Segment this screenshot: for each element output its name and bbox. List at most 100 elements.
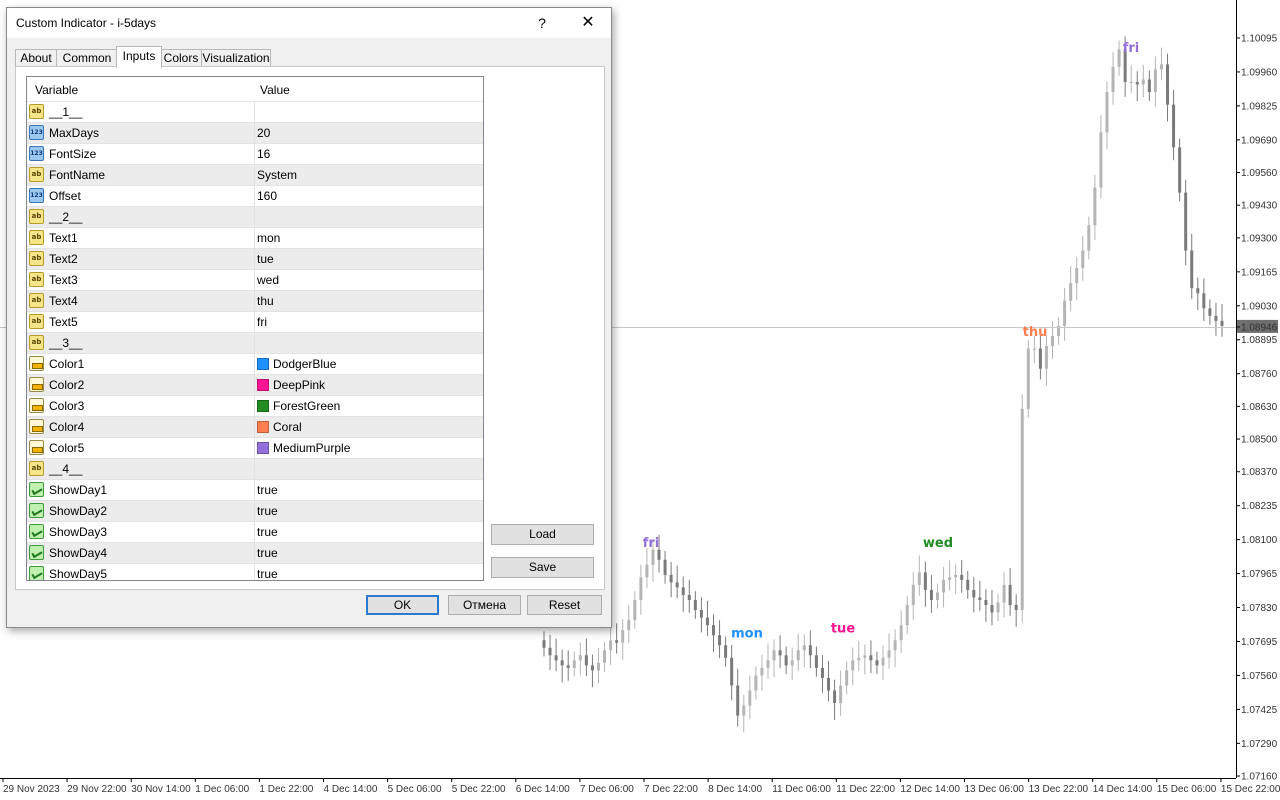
close-icon[interactable]: ✕ — [573, 12, 603, 34]
candle-body — [675, 582, 679, 588]
candle-body — [705, 617, 709, 626]
variable-value[interactable]: thu — [257, 294, 274, 308]
candle-body — [1117, 49, 1121, 67]
candle-body — [603, 650, 607, 663]
candle-body — [687, 594, 691, 600]
price-tick-label: 1.10095 — [1241, 34, 1278, 45]
variable-value[interactable]: System — [257, 168, 297, 182]
cancel-button[interactable]: Отмена — [448, 595, 521, 615]
candle-body — [633, 599, 637, 621]
day-labels: fri mon tue wed thu fri — [643, 41, 1140, 642]
number-type-icon: 123 — [29, 125, 44, 140]
variable-value[interactable]: 160 — [257, 189, 277, 203]
tab-common[interactable]: Common — [56, 49, 118, 67]
variable-value[interactable]: true — [257, 504, 278, 518]
text-type-icon: ab — [29, 167, 44, 182]
candle-body — [590, 665, 594, 671]
input-row[interactable]: Color3 ForestGreen — [27, 396, 483, 417]
reset-button[interactable]: Reset — [527, 595, 602, 615]
input-row[interactable]: Color4 Coral — [27, 417, 483, 438]
input-row[interactable]: ab __2__ — [27, 207, 483, 228]
input-row[interactable]: ab FontName System — [27, 165, 483, 186]
color-name: MediumPurple — [273, 441, 351, 455]
input-row[interactable]: ShowDay2 true — [27, 501, 483, 522]
tab-about[interactable]: About — [15, 49, 57, 67]
input-row[interactable]: Color1 DodgerBlue — [27, 354, 483, 375]
input-row[interactable]: 123 FontSize 16 — [27, 144, 483, 165]
candle-body — [766, 660, 770, 668]
candle-body — [790, 660, 794, 666]
candle-body — [718, 635, 722, 646]
candle-body — [1208, 308, 1212, 316]
variable-value[interactable]: mon — [257, 231, 280, 245]
time-tick-label: 15 Dec 22:00 — [1221, 784, 1280, 795]
tab-colors[interactable]: Colors — [160, 49, 202, 67]
variable-value[interactable]: true — [257, 483, 278, 497]
variable-value[interactable]: Coral — [257, 420, 302, 434]
candle-body — [681, 587, 685, 595]
candle-body — [996, 602, 1000, 613]
candle-body — [893, 640, 897, 651]
variable-value[interactable]: wed — [257, 273, 279, 287]
candle-body — [754, 675, 758, 691]
variable-name: ShowDay2 — [49, 504, 108, 518]
help-button[interactable]: ? — [527, 12, 557, 34]
input-row[interactable]: ab Text2 tue — [27, 249, 483, 270]
input-row[interactable]: ShowDay1 true — [27, 480, 483, 501]
time-tick-label: 1 Dec 22:00 — [259, 784, 313, 795]
text-type-icon: ab — [29, 104, 44, 119]
candle-body — [1202, 293, 1206, 309]
input-row[interactable]: ab Text4 thu — [27, 291, 483, 312]
variable-value[interactable]: 20 — [257, 126, 270, 140]
candle-body — [935, 592, 939, 600]
tab-visualization[interactable]: Visualization — [201, 49, 271, 67]
input-row[interactable]: ab Text3 wed — [27, 270, 483, 291]
variable-value[interactable]: true — [257, 525, 278, 539]
variable-value[interactable]: true — [257, 567, 278, 580]
variable-value[interactable]: DeepPink — [257, 378, 325, 392]
candle-body — [1196, 288, 1200, 294]
color-swatch — [257, 421, 269, 433]
variable-value[interactable]: ForestGreen — [257, 399, 340, 413]
variable-value[interactable]: fri — [257, 315, 267, 329]
input-row[interactable]: Color5 MediumPurple — [27, 438, 483, 459]
price-tick-label: 1.08630 — [1241, 402, 1278, 413]
candle-body — [808, 645, 812, 656]
variable-value[interactable]: true — [257, 546, 278, 560]
column-divider — [254, 354, 255, 374]
candle-body — [1178, 147, 1182, 193]
input-row[interactable]: ShowDay3 true — [27, 522, 483, 543]
color-type-icon — [29, 440, 44, 455]
variable-value[interactable]: MediumPurple — [257, 441, 350, 455]
tab-inputs[interactable]: Inputs — [116, 46, 162, 68]
price-tick-label: 1.09560 — [1241, 168, 1278, 179]
time-tick-label: 8 Dec 14:00 — [708, 784, 762, 795]
day-label-tue: tue — [831, 622, 855, 637]
input-row[interactable]: ab Text1 mon — [27, 228, 483, 249]
input-row[interactable]: ShowDay5 true — [27, 564, 483, 580]
input-row[interactable]: ab __4__ — [27, 459, 483, 480]
ok-button[interactable]: OK — [366, 595, 439, 615]
input-row[interactable]: ab Text5 fri — [27, 312, 483, 333]
input-row[interactable]: Color2 DeepPink — [27, 375, 483, 396]
variable-name: MaxDays — [49, 126, 100, 140]
column-divider — [254, 165, 255, 185]
input-row[interactable]: 123 MaxDays 20 — [27, 123, 483, 144]
input-row[interactable]: 123 Offset 160 — [27, 186, 483, 207]
column-divider — [254, 480, 255, 500]
variable-name: Color5 — [49, 441, 85, 455]
input-row[interactable]: ab __3__ — [27, 333, 483, 354]
candle-body — [548, 647, 552, 656]
variable-name: Color2 — [49, 378, 85, 392]
variable-value[interactable]: tue — [257, 252, 274, 266]
candle-body — [1008, 584, 1012, 606]
time-tick-label: 15 Dec 06:00 — [1157, 784, 1217, 795]
variable-value[interactable]: DodgerBlue — [257, 357, 336, 371]
save-button[interactable]: Save — [491, 557, 594, 578]
input-row[interactable]: ShowDay4 true — [27, 543, 483, 564]
variable-value[interactable]: 16 — [257, 147, 270, 161]
candle-body — [1190, 250, 1194, 289]
load-button[interactable]: Load — [491, 524, 594, 545]
input-row[interactable]: ab __1__ — [27, 102, 483, 123]
variable-name: ShowDay3 — [49, 525, 108, 539]
